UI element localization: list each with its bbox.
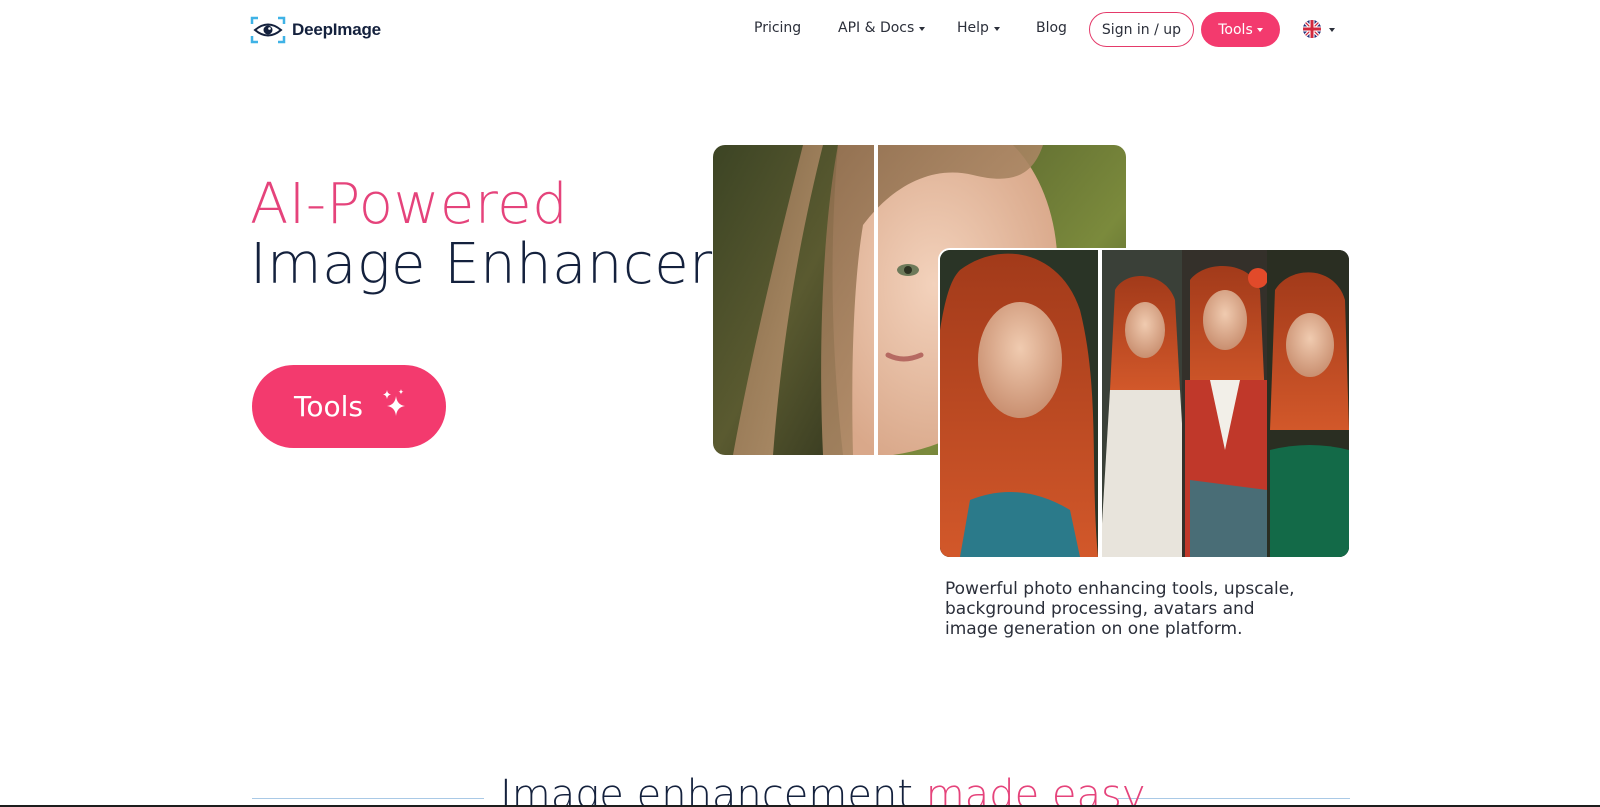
section-divider-left: [252, 798, 484, 799]
caret-down-icon: [1256, 28, 1263, 32]
sparkles-icon: [381, 388, 407, 425]
nav-link-label: Blog: [1036, 20, 1067, 36]
tools-button-label: Tools: [1218, 21, 1253, 38]
nav-link-label: Help: [957, 20, 989, 36]
nav-link-label: Pricing: [754, 20, 802, 36]
logo[interactable]: DeepImage: [250, 16, 381, 44]
portraits-collage-image: [938, 248, 1351, 559]
hero-title-accent: AI-Powered: [250, 172, 569, 237]
sign-in-button[interactable]: Sign in / up: [1089, 12, 1194, 47]
caret-down-icon: [919, 26, 926, 31]
logo-text: DeepImage: [292, 20, 381, 39]
caret-down-icon: [1329, 27, 1335, 32]
caret-down-icon: [993, 26, 1000, 31]
hero-cta-label: Tools: [294, 390, 363, 423]
hero-tools-button[interactable]: Tools: [252, 365, 446, 448]
nav-link-api-docs[interactable]: API & Docs: [838, 20, 926, 36]
section-title-main: Image enhancement: [500, 772, 926, 807]
hero-description: Powerful photo enhancing tools, upscale,…: [945, 579, 1295, 639]
uk-flag-icon: [1303, 20, 1321, 38]
section-title-accent: made easy: [925, 772, 1146, 807]
nav-link-help[interactable]: Help: [957, 20, 1000, 36]
nav-link-pricing[interactable]: Pricing: [754, 20, 801, 36]
tools-dropdown-button[interactable]: Tools: [1201, 12, 1280, 47]
hero-title: Image Enhancer: [250, 232, 713, 297]
top-navbar: DeepImage Pricing API & Docs Help Blog S…: [0, 0, 1600, 60]
nav-link-blog[interactable]: Blog: [1036, 20, 1067, 36]
nav-link-label: API & Docs: [838, 20, 915, 36]
section-title: Image enhancement made easy: [500, 772, 1146, 807]
section-divider-right: [1118, 798, 1350, 799]
language-selector[interactable]: [1303, 20, 1335, 38]
eye-logo-icon: [250, 16, 286, 44]
